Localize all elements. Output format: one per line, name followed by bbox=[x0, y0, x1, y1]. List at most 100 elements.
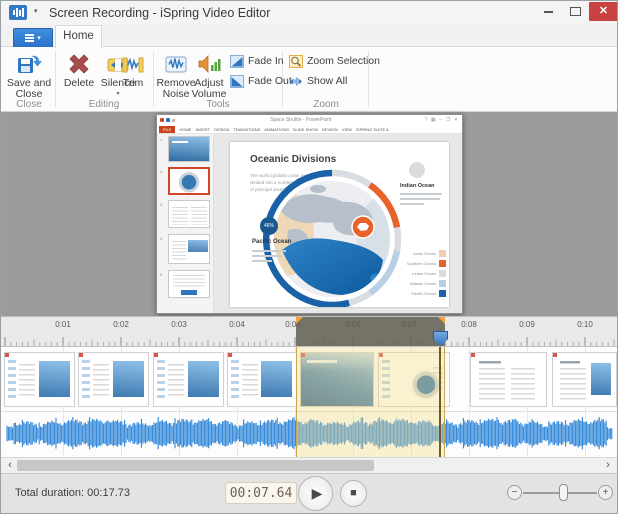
ruler-label: 0:09 bbox=[519, 320, 535, 329]
ppt-body: 1 2 3 4 5 Oceanic Divisions The world (g… bbox=[157, 134, 462, 313]
trim-icon bbox=[122, 57, 144, 73]
fade-in-icon bbox=[230, 54, 244, 68]
legend-row: Southern Ocean bbox=[368, 258, 446, 268]
video-preview-area: Space Shuttle - PowerPoint ? ▦ ─ ❐ ✕ FIL… bbox=[1, 112, 617, 316]
slide-number: 5 bbox=[160, 272, 163, 277]
ppt-titlebar: Space Shuttle - PowerPoint ? ▦ ─ ❐ ✕ bbox=[157, 115, 462, 125]
zoom-in-button[interactable]: + bbox=[598, 485, 613, 500]
ruler-label: 0:10 bbox=[577, 320, 593, 329]
close-button[interactable]: ✕ bbox=[589, 2, 617, 21]
legend-swatch bbox=[439, 279, 446, 287]
legend-row: Arctic Ocean bbox=[368, 248, 446, 258]
legend-swatch bbox=[439, 289, 446, 297]
scrollbar-thumb[interactable] bbox=[17, 460, 374, 471]
app-menu-button[interactable]: ▾ bbox=[13, 28, 53, 48]
stop-icon: ■ bbox=[350, 487, 357, 499]
total-duration-label: Total duration: bbox=[15, 487, 85, 499]
legend-swatch bbox=[439, 249, 446, 257]
scroll-left-arrow-icon[interactable]: ‹ bbox=[3, 458, 17, 473]
ppt-save-icon bbox=[166, 118, 170, 122]
scroll-right-arrow-icon[interactable]: › bbox=[601, 458, 615, 473]
ruler-selection[interactable] bbox=[296, 317, 445, 346]
ruler-label: 0:01 bbox=[55, 320, 71, 329]
window-title: Screen Recording - iSpring Video Editor bbox=[49, 6, 271, 20]
fade-in-button[interactable]: Fade In bbox=[230, 53, 284, 69]
selection-end-handle[interactable] bbox=[438, 317, 445, 324]
timeline-scrollbar[interactable]: ‹ › bbox=[1, 457, 617, 473]
group-label-editing: Editing bbox=[88, 99, 120, 110]
play-button[interactable]: ▶ bbox=[298, 476, 333, 511]
group-separator bbox=[55, 51, 56, 107]
ppt-window-controls: ? ▦ ─ ❐ ✕ bbox=[424, 117, 459, 123]
zoom-selection-label: Zoom Selection bbox=[307, 55, 380, 67]
video-frame-powerpoint: Space Shuttle - PowerPoint ? ▦ ─ ❐ ✕ FIL… bbox=[156, 114, 463, 314]
slide-number: 4 bbox=[160, 236, 163, 241]
slide-number: 2 bbox=[160, 169, 163, 174]
minimize-button[interactable] bbox=[535, 2, 561, 21]
show-all-icon bbox=[290, 77, 302, 85]
ppt-tab: TRANSITIONS bbox=[233, 126, 261, 132]
pacific-ocean-label: Pacific Ocean bbox=[252, 239, 292, 245]
fade-out-button[interactable]: Fade Out bbox=[230, 73, 292, 89]
quick-access-caret-icon[interactable]: ▾ bbox=[34, 7, 38, 15]
group-label-tools: Tools bbox=[206, 99, 230, 110]
text-line bbox=[252, 255, 282, 257]
app-logo-icon bbox=[9, 5, 27, 20]
ruler-label: 0:02 bbox=[113, 320, 129, 329]
ppt-thumb-5 bbox=[168, 270, 210, 298]
ruler-label: 0:08 bbox=[461, 320, 477, 329]
ribbon: Save and Close Close Delete Silence ▾ Tr… bbox=[1, 47, 617, 112]
ppt-thumb-1 bbox=[168, 136, 210, 162]
ppt-tab: iSPRING SUITE 8 bbox=[356, 126, 389, 132]
zoom-out-button[interactable]: − bbox=[507, 485, 522, 500]
ppt-logo-icon bbox=[160, 118, 164, 122]
timeline-thumbnail[interactable] bbox=[552, 352, 617, 407]
ppt-thumb-2-selected bbox=[168, 167, 210, 195]
track-selection-overlay[interactable] bbox=[296, 347, 445, 457]
maximize-button[interactable] bbox=[562, 2, 588, 21]
slide-title: Oceanic Divisions bbox=[250, 154, 337, 165]
ppt-slide-panel: 1 2 3 4 5 bbox=[157, 134, 214, 313]
total-duration: Total duration: 00:17.73 bbox=[15, 474, 130, 512]
save-close-icon bbox=[18, 55, 42, 73]
text-line bbox=[400, 203, 424, 205]
zoom-slider-thumb[interactable] bbox=[559, 484, 568, 501]
ppt-thumb-4 bbox=[168, 234, 210, 264]
indian-ocean-badge bbox=[409, 162, 425, 178]
slide-body-text: The world (global) ocean is divided into… bbox=[250, 173, 305, 192]
total-duration-value: 00:17.73 bbox=[87, 487, 130, 499]
timeline-thumbnail[interactable] bbox=[227, 352, 297, 407]
group-separator bbox=[153, 51, 154, 107]
zoom-selection-button[interactable]: Zoom Selection bbox=[289, 53, 380, 69]
timeline-thumbnail[interactable] bbox=[78, 352, 149, 407]
app-window: ▾ Screen Recording - iSpring Video Edito… bbox=[0, 0, 618, 514]
text-line bbox=[252, 250, 286, 252]
ppt-undo-icon bbox=[172, 118, 175, 122]
ruler-label: 0:03 bbox=[171, 320, 187, 329]
ppt-thumb-3 bbox=[168, 200, 210, 228]
ruler-label: 0:04 bbox=[229, 320, 245, 329]
stop-button[interactable]: ■ bbox=[340, 480, 367, 507]
timeline-thumbnail[interactable] bbox=[470, 352, 547, 407]
selection-start-handle[interactable] bbox=[296, 317, 303, 324]
play-icon: ▶ bbox=[311, 485, 323, 501]
save-close-label: Save and Close bbox=[6, 77, 52, 100]
group-label-zoom: Zoom bbox=[313, 99, 339, 110]
ppt-slide-canvas: Oceanic Divisions The world (global) oce… bbox=[230, 142, 449, 307]
text-line bbox=[400, 198, 440, 200]
fade-out-icon bbox=[230, 74, 244, 88]
tab-home[interactable]: Home bbox=[55, 25, 102, 48]
timeline-thumbnail[interactable] bbox=[4, 352, 75, 407]
delete-label: Delete bbox=[63, 77, 95, 89]
timeline-ruler[interactable]: 0:01 0:02 0:03 0:04 0:05 0:06 0:07 0:08 … bbox=[1, 316, 617, 347]
legend-row: Pacific Ocean bbox=[368, 288, 446, 298]
ppt-tab: INSERT bbox=[195, 126, 211, 132]
adjust-volume-icon bbox=[198, 55, 221, 73]
playhead-line[interactable] bbox=[439, 347, 441, 457]
fade-in-label: Fade In bbox=[248, 55, 284, 67]
text-line bbox=[400, 193, 442, 195]
ppt-title: Space Shuttle - PowerPoint bbox=[270, 117, 332, 123]
show-all-button[interactable]: Show All bbox=[289, 73, 347, 89]
ocean-legend: Arctic Ocean Southern Ocean Indian Ocean… bbox=[368, 248, 446, 298]
timeline-thumbnail[interactable] bbox=[153, 352, 224, 407]
